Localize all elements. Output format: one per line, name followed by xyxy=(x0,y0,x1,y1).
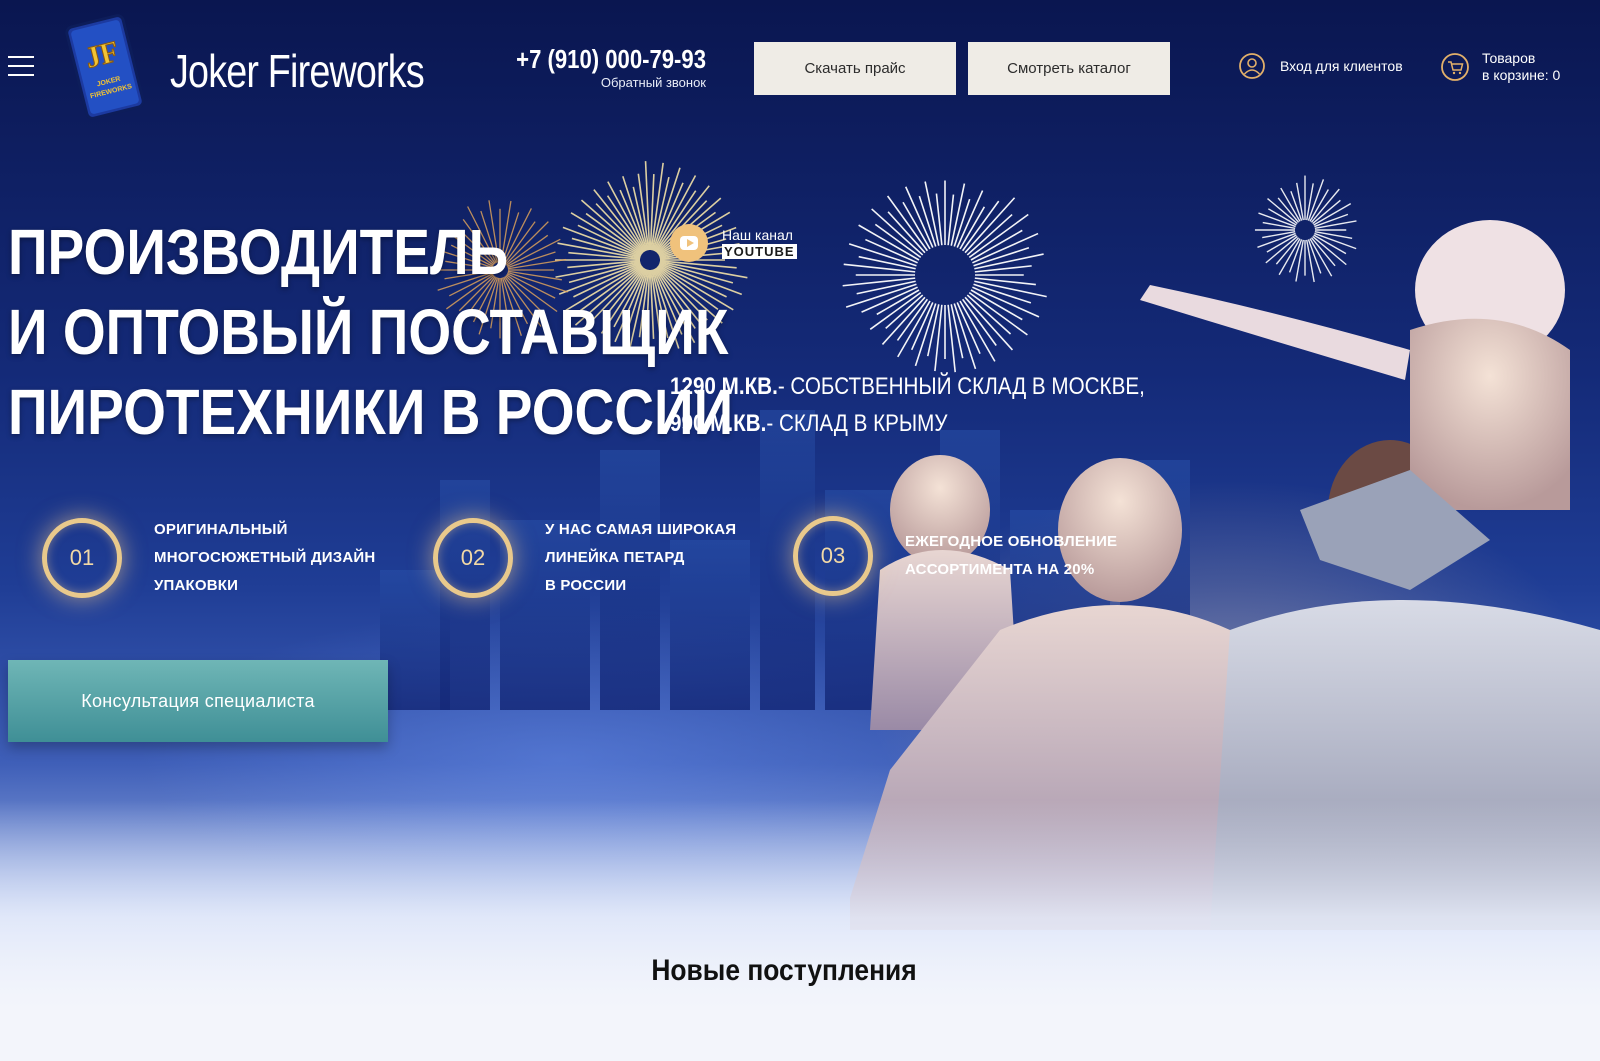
headline-line-1: ПРОИЗВОДИТЕЛЬ xyxy=(8,216,509,288)
client-login-label: Вход для клиентов xyxy=(1280,58,1403,74)
feature-item: 02 У НАС САМАЯ ШИРОКАЯ ЛИНЕЙКА ПЕТАРД В … xyxy=(433,516,736,600)
cart-summary: Товаров в корзине: 0 xyxy=(1482,50,1560,84)
joker-fireworks-logo[interactable]: JF JOKER FIREWORKS xyxy=(62,14,148,120)
warehouse-stats: 1290 М.КВ.- СОБСТВЕННЫЙ СКЛАД В МОСКВЕ, … xyxy=(670,368,1145,442)
youtube-name: YOUTUBE xyxy=(722,243,797,259)
cart-link[interactable]: Товаров в корзине: 0 xyxy=(1440,50,1560,84)
client-login-link[interactable]: Вход для клиентов xyxy=(1238,52,1403,80)
feature-number-badge: 02 xyxy=(433,518,513,598)
feature-line: МНОГОСЮЖЕТНЫЙ ДИЗАЙН xyxy=(154,549,376,566)
download-price-button[interactable]: Скачать прайс xyxy=(754,42,956,95)
stat-crimea-text: - СКЛАД В КРЫМУ xyxy=(766,410,948,437)
phone-block: +7 (910) 000-79-93 Обратный звонок xyxy=(470,44,706,90)
youtube-label: Наш канал xyxy=(722,226,793,243)
feature-line: У НАС САМАЯ ШИРОКАЯ xyxy=(545,521,737,538)
youtube-channel-link[interactable]: Наш канал YOUTUBE xyxy=(670,224,797,262)
headline-line-3: ПИРОТЕХНИКИ В РОССИИ xyxy=(8,376,734,448)
feature-item: 01 ОРИГИНАЛЬНЫЙ МНОГОСЮЖЕТНЫЙ ДИЗАЙН УПА… xyxy=(42,516,375,600)
cart-count: в корзине: 0 xyxy=(1482,67,1561,83)
feature-text: ЕЖЕГОДНОЕ ОБНОВЛЕНИЕ АССОРТИМЕНТА НА 20% xyxy=(905,528,1117,584)
cart-label: Товаров xyxy=(1482,50,1536,66)
cart-icon xyxy=(1441,53,1469,81)
headline-line-2: И ОПТОВЫЙ ПОСТАВЩИК xyxy=(8,296,729,368)
feature-line: ЛИНЕЙКА ПЕТАРД xyxy=(545,549,685,566)
hero-headline: ПРОИЗВОДИТЕЛЬ И ОПТОВЫЙ ПОСТАВЩИК ПИРОТЕ… xyxy=(8,212,733,452)
view-catalog-button[interactable]: Смотреть каталог xyxy=(968,42,1170,95)
snow-foreground xyxy=(0,800,1600,1061)
feature-line: ЕЖЕГОДНОЕ ОБНОВЛЕНИЕ xyxy=(905,533,1118,550)
stat-crimea-value: 990 М.КВ. xyxy=(670,410,767,437)
feature-text: ОРИГИНАЛЬНЫЙ МНОГОСЮЖЕТНЫЙ ДИЗАЙН УПАКОВ… xyxy=(154,516,375,600)
new-arrivals-heading: Новые поступления xyxy=(651,954,917,987)
brand-name[interactable]: Joker Fireworks xyxy=(170,44,425,98)
feature-item: 03 ЕЖЕГОДНОЕ ОБНОВЛЕНИЕ АССОРТИМЕНТА НА … xyxy=(793,516,1117,596)
feature-line: АССОРТИМЕНТА НА 20% xyxy=(905,561,1095,578)
feature-line: УПАКОВКИ xyxy=(154,577,239,594)
youtube-icon xyxy=(670,224,708,262)
feature-line: ОРИГИНАЛЬНЫЙ xyxy=(154,521,288,538)
stat-moscow-value: 1290 М.КВ. xyxy=(670,373,778,400)
stat-moscow: 1290 М.КВ.- СОБСТВЕННЫЙ СКЛАД В МОСКВЕ, xyxy=(670,368,1145,405)
feature-number-badge: 01 xyxy=(42,518,122,598)
consultation-button[interactable]: Консультация специалиста xyxy=(8,660,388,742)
feature-text: У НАС САМАЯ ШИРОКАЯ ЛИНЕЙКА ПЕТАРД В РОС… xyxy=(545,516,736,600)
phone-number[interactable]: +7 (910) 000-79-93 xyxy=(505,44,706,75)
stat-moscow-text: - СОБСТВЕННЫЙ СКЛАД В МОСКВЕ, xyxy=(777,373,1145,400)
feature-line: В РОССИИ xyxy=(545,577,627,594)
stat-crimea: 990 М.КВ.- СКЛАД В КРЫМУ xyxy=(670,405,1145,442)
callback-link[interactable]: Обратный звонок xyxy=(470,75,706,90)
feature-number-badge: 03 xyxy=(793,516,873,596)
user-icon xyxy=(1239,53,1265,79)
hamburger-menu-icon[interactable] xyxy=(8,56,34,78)
